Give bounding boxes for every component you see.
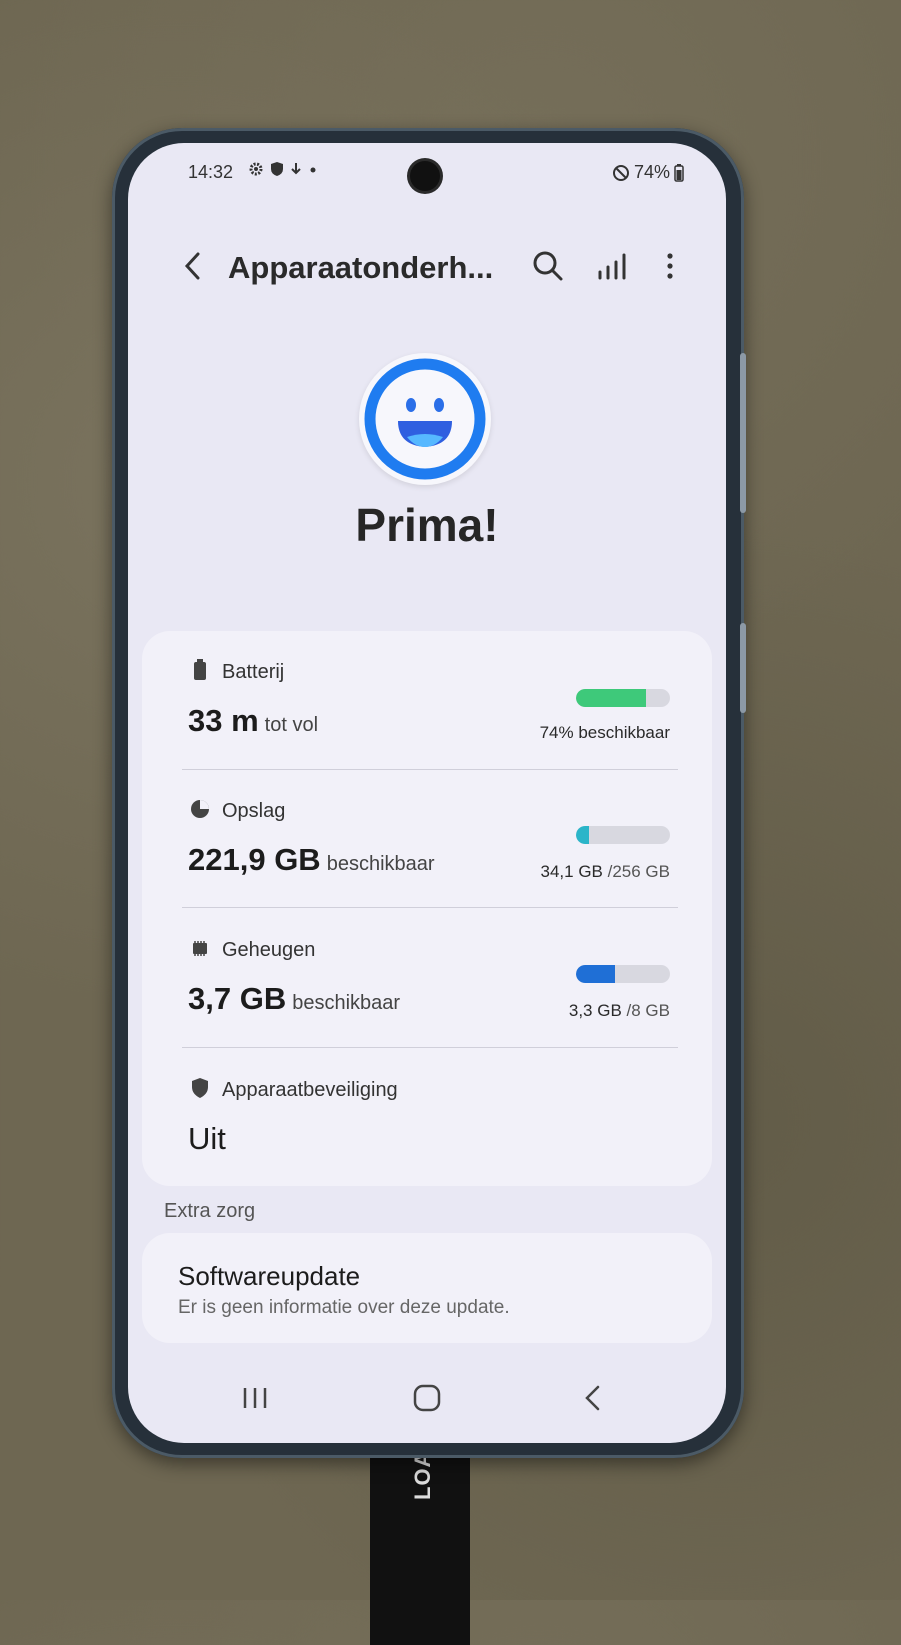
memory-chip-icon	[193, 941, 207, 956]
battery-value: 33 m tot vol	[188, 703, 319, 738]
battery-bar	[576, 689, 670, 707]
memory-bar	[576, 965, 670, 983]
search-icon[interactable]	[528, 246, 568, 286]
memory-caption: 3,3 GB /8 GB	[568, 1001, 670, 1020]
download-icon	[291, 163, 301, 175]
software-update-card[interactable]: Softwareupdate Er is geen informatie ove…	[142, 1233, 712, 1343]
battery-caption: 74% beschikbaar	[539, 723, 670, 742]
memory-label: Geheugen	[222, 939, 316, 961]
memory-value: 3,7 GB beschikbaar	[188, 981, 401, 1016]
battery-icon	[674, 163, 684, 182]
memory-bar-fill	[576, 965, 615, 983]
home-icon[interactable]	[405, 1378, 449, 1418]
overview-card: Batterij 33 m tot vol 74% beschikbaar Ops…	[142, 631, 712, 1186]
more-vertical-icon[interactable]	[650, 246, 690, 286]
security-label: Apparaatbeveiliging	[222, 1079, 398, 1101]
recent-apps-icon[interactable]	[233, 1378, 277, 1418]
app-bar: Apparaatonderh...	[128, 238, 726, 298]
battery-label: Batterij	[222, 661, 285, 683]
gear-icon	[249, 162, 263, 176]
page-title: Apparaatonderh...	[228, 250, 494, 285]
volume-button	[740, 353, 746, 513]
memory-section[interactable]: Geheugen 3,7 GB beschikbaar 3,3 GB /8 GB	[142, 909, 712, 1047]
status-smiley	[359, 353, 491, 485]
storage-bar-fill	[576, 826, 589, 844]
power-button	[740, 623, 746, 713]
shield-icon	[192, 1078, 208, 1098]
do-not-disturb-icon	[612, 164, 629, 181]
security-value: Uit	[188, 1121, 226, 1156]
pie-chart-icon	[191, 800, 209, 818]
screen: 14:32 74% Apparaatonderh... Prima! Batte…	[128, 143, 726, 1443]
storage-caption: 34,1 GB /256 GB	[540, 862, 670, 881]
storage-value: 221,9 GB beschikbaar	[188, 842, 435, 877]
front-camera	[410, 161, 440, 191]
security-section[interactable]: Apparaatbeveiliging Uit	[142, 1049, 712, 1187]
battery-percent: 74%	[633, 162, 670, 182]
storage-section[interactable]: Opslag 221,9 GB beschikbaar 34,1 GB /256 …	[142, 770, 712, 908]
update-subtitle: Er is geen informatie over deze update.	[178, 1297, 510, 1318]
back-icon[interactable]	[571, 1378, 615, 1418]
storage-bar	[576, 826, 670, 844]
battery-bar-fill	[576, 689, 646, 707]
update-title: Softwareupdate	[178, 1261, 361, 1291]
status-time: 14:32	[188, 162, 234, 182]
divider	[182, 1047, 678, 1048]
phone-body: 14:32 74% Apparaatonderh... Prima! Batte…	[112, 128, 746, 1458]
battery-icon	[194, 659, 206, 680]
status-title: Prima!	[355, 499, 499, 551]
notification-icons	[248, 161, 318, 177]
storage-label: Opslag	[222, 800, 286, 822]
navigation-bar	[128, 1368, 726, 1428]
status-bar: 14:32 74%	[128, 143, 726, 203]
smiley-face-icon	[364, 358, 486, 480]
battery-section[interactable]: Batterij 33 m tot vol 74% beschikbaar	[142, 631, 712, 769]
bar-chart-icon[interactable]	[592, 246, 632, 286]
extra-care-heading: Extra zorg	[164, 1200, 256, 1222]
back-arrow-icon[interactable]	[173, 246, 213, 286]
status-right: 74%	[612, 162, 684, 183]
dot-icon	[310, 167, 316, 173]
divider	[182, 907, 678, 908]
shield-icon	[271, 162, 283, 176]
